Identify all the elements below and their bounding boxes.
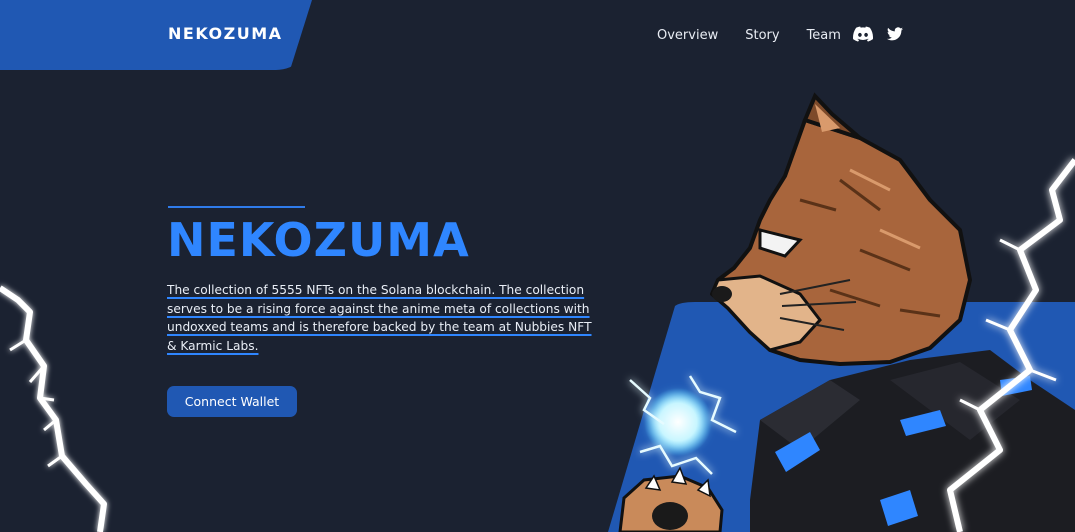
social-links [853,26,903,42]
discord-icon[interactable] [853,26,873,42]
hero-description-text: The collection of 5555 NFTs on the Solan… [167,283,592,353]
main-nav: Overview Story Team [657,28,868,43]
twitter-icon[interactable] [887,27,903,41]
connect-wallet-button[interactable]: Connect Wallet [167,386,297,417]
hero-description: The collection of 5555 NFTs on the Solan… [167,281,597,355]
nav-story[interactable]: Story [745,28,779,43]
brand-logo[interactable]: NEKOZUMA [168,24,283,43]
lightning-left-graphic [0,285,107,532]
nekozuma-cat-artwork [608,92,1075,532]
title-accent-line [168,206,305,208]
hero-title: NEKOZUMA [167,213,470,267]
nav-overview[interactable]: Overview [657,28,718,43]
nav-team[interactable]: Team [807,28,841,43]
